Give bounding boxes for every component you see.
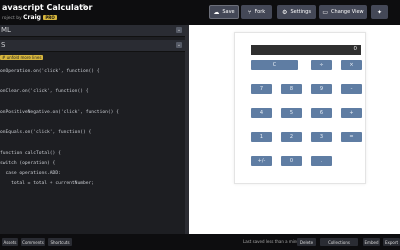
key-decimal[interactable]: .	[311, 156, 332, 166]
code-line[interactable]: onPositiveNegative.on('click', function(…	[0, 110, 119, 115]
code-line[interactable]: onEquals.on('click', function() {	[0, 130, 91, 135]
key-zero[interactable]: 0	[281, 156, 302, 166]
export-button[interactable]: Export	[383, 238, 400, 246]
assets-button[interactable]: Assets	[2, 238, 18, 246]
embed-button[interactable]: Embed	[363, 238, 380, 246]
key-clear[interactable]: C	[251, 60, 298, 70]
css-panel-label: S	[1, 41, 6, 49]
code-line[interactable]: onClear.on('click', function() {	[0, 89, 89, 94]
key-three[interactable]: 3	[311, 132, 332, 142]
calculator-display: 0	[251, 45, 361, 55]
chevron-down-icon[interactable]: ⌄	[176, 27, 182, 33]
code-line[interactable]: total = total + currentNumber;	[0, 181, 94, 186]
key-five[interactable]: 5	[281, 108, 302, 118]
calculator: 0 C ÷ × 7 8 9- 4 5 6 +1 2 3 = +/- 0.	[234, 32, 366, 184]
html-panel-label: ML	[1, 26, 11, 34]
key-nine[interactable]: 9	[311, 84, 332, 94]
key-two[interactable]: 2	[281, 132, 302, 142]
bottom-bar: Assets Comments Shortcuts Last saved les…	[0, 234, 400, 250]
collections-button[interactable]: Collections	[320, 238, 358, 246]
pen-byline: roject by Craig PRO	[2, 14, 57, 21]
top-header: avascript Calculator ✎ roject by Craig P…	[0, 0, 400, 25]
js-code-editor[interactable]: # unfold more lines onOperation.on('clic…	[0, 52, 185, 234]
code-line[interactable]: function calcTotal() {	[0, 151, 61, 156]
key-four[interactable]: 4	[251, 108, 272, 118]
pen-title[interactable]: avascript Calculator	[2, 3, 92, 12]
css-panel-header[interactable]: S ⌄	[0, 40, 185, 52]
code-line[interactable]: onOperation.on('click', function() {	[0, 69, 100, 74]
html-panel-header[interactable]: ML ⌄	[0, 25, 185, 37]
key-eight[interactable]: 8	[281, 84, 302, 94]
code-line[interactable]: case operations.ADD:	[0, 171, 61, 176]
pro-badge: PRO	[43, 15, 57, 20]
key-one[interactable]: 1	[251, 132, 272, 142]
edit-pencil-icon[interactable]: ✎	[82, 3, 88, 11]
preview-pane: 0 C ÷ × 7 8 9- 4 5 6 +1 2 3 = +/- 0.	[189, 25, 400, 234]
fold-tag[interactable]: # unfold more lines	[0, 55, 44, 60]
key-multiply[interactable]: ×	[341, 60, 362, 70]
fork-label: Fork	[254, 9, 266, 15]
display-value: 0	[353, 46, 358, 52]
code-line[interactable]: switch (operation) {	[0, 161, 55, 166]
shortcuts-button[interactable]: Shortcuts	[48, 238, 72, 246]
author-name[interactable]: Craig	[23, 14, 41, 21]
change-view-button[interactable]: ▭ Change View	[319, 5, 367, 19]
key-minus[interactable]: -	[341, 84, 362, 94]
key-six[interactable]: 6	[311, 108, 332, 118]
gear-icon: ⚙	[282, 8, 288, 16]
settings-button[interactable]: ⚙ Settings	[277, 5, 316, 19]
chevron-down-icon[interactable]: ⌄	[176, 42, 182, 48]
comments-button[interactable]: Comments	[21, 238, 45, 246]
layout-icon: ▭	[322, 8, 329, 16]
settings-label: Settings	[290, 9, 311, 15]
save-button[interactable]: ☁ Save	[209, 5, 239, 19]
save-label: Save	[222, 9, 235, 15]
delete-button[interactable]: Delete	[297, 238, 316, 246]
key-seven[interactable]: 7	[251, 84, 272, 94]
key-equals[interactable]: =	[341, 132, 362, 142]
cloud-icon: ☁	[213, 8, 220, 16]
key-divide[interactable]: ÷	[311, 60, 332, 70]
editor-area: ML ⌄ S ⌄ # unfold more lines onOperation…	[0, 25, 185, 234]
fork-icon: ⑂	[247, 8, 252, 16]
change-view-label: Change View	[331, 9, 364, 15]
fork-button[interactable]: ⑂ Fork	[241, 5, 272, 19]
key-plus[interactable]: +	[341, 108, 362, 118]
pin-button[interactable]: ✦	[371, 5, 388, 19]
pin-icon: ✦	[376, 8, 383, 16]
byline-prefix: roject by	[2, 16, 22, 21]
key-plus-minus[interactable]: +/-	[251, 156, 272, 166]
